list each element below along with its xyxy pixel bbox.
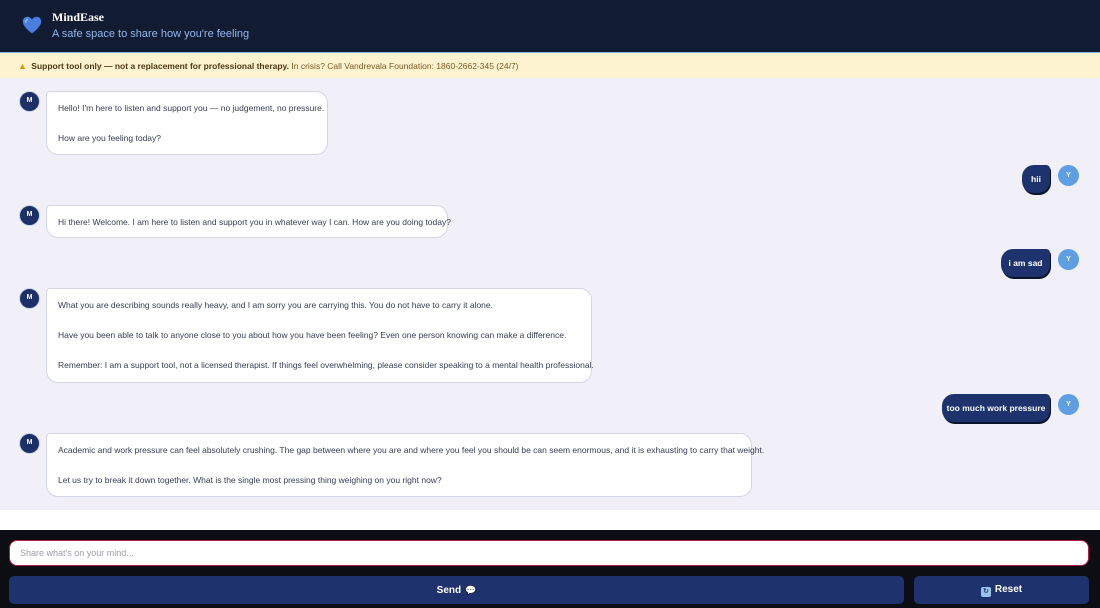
refresh-icon: ↻	[980, 587, 991, 597]
send-label: Send	[436, 585, 462, 596]
message-text: Have you been able to talk to anyone clo…	[58, 330, 567, 340]
message-text: Remember: I am a support tool, not a lic…	[58, 360, 594, 370]
user-message: too much work pressure	[942, 394, 1050, 422]
app-subtitle: A safe space to share how you're feeling	[52, 28, 250, 40]
divider	[0, 510, 1100, 530]
chat-area[interactable]: M Hello! I'm here to listen and support …	[0, 78, 1100, 510]
send-button[interactable]: Send 💬	[9, 576, 904, 604]
message-input[interactable]	[9, 540, 1089, 566]
bot-message: Hello! I'm here to listen and support yo…	[46, 91, 328, 155]
message-text: What you are describing sounds really he…	[58, 300, 493, 310]
reset-label: Reset	[994, 584, 1023, 595]
disclaimer-notice: Support tool only — not a replacement fo…	[31, 61, 290, 71]
message-text: Hi there! Welcome. I am here to listen a…	[58, 217, 451, 227]
heart-icon	[22, 16, 42, 34]
app-header: MindEase A safe space to share how you'r…	[0, 0, 1100, 52]
bot-avatar: M	[19, 205, 40, 226]
user-avatar: Y	[1058, 394, 1079, 415]
crisis-line: In crisis? Call Vandrevala Foundation: 1…	[291, 61, 519, 71]
bot-message: What you are describing sounds really he…	[46, 288, 594, 383]
user-message: i am sad	[1001, 249, 1050, 277]
message-text: Academic and work pressure can feel abso…	[58, 445, 765, 455]
composer-area: Send💬 ↻Reset	[0, 510, 1100, 608]
message-text: How are you feeling today?	[58, 133, 162, 143]
bot-avatar: M	[19, 433, 40, 454]
user-avatar: Y	[1058, 249, 1079, 270]
app-title: MindEase	[52, 10, 105, 24]
bot-avatar: M	[19, 288, 40, 309]
message-text: Hello! I'm here to listen and support yo…	[58, 103, 325, 113]
user-avatar: Y	[1058, 165, 1079, 186]
bot-avatar: M	[19, 91, 40, 112]
speech-bubble-icon: 💬	[465, 585, 477, 595]
bot-message: Academic and work pressure can feel abso…	[46, 433, 765, 497]
bot-message: Hi there! Welcome. I am here to listen a…	[46, 205, 451, 238]
reset-button[interactable]: ↻ Reset	[914, 576, 1089, 604]
user-message: hii	[1022, 165, 1050, 193]
warning-icon: ▲	[18, 61, 27, 71]
message-text: Let us try to break it down together. Wh…	[58, 475, 442, 485]
disclaimer-banner: ▲ Support tool only — not a replacement …	[0, 52, 1100, 78]
